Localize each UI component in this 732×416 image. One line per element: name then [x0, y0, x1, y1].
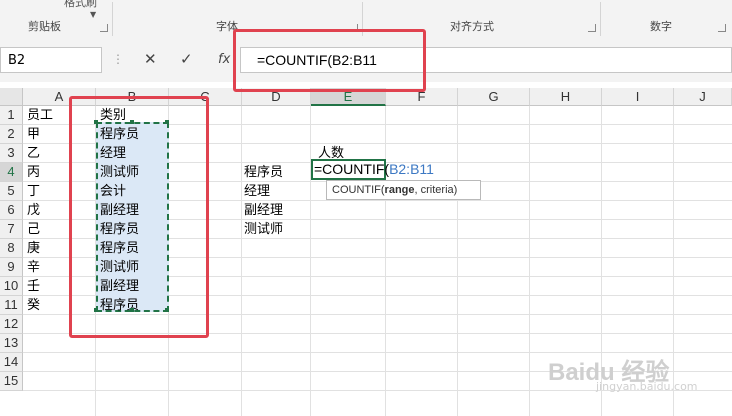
- row-header-15[interactable]: 15: [0, 372, 23, 391]
- gridline: [457, 106, 458, 416]
- cell-a11[interactable]: 癸: [27, 296, 40, 315]
- cell-a8[interactable]: 庚: [27, 239, 40, 258]
- gridline: [529, 106, 530, 416]
- watermark-sub: jingyan.baidu.com: [596, 380, 698, 393]
- format-painter-button[interactable]: 格式刷: [64, 0, 97, 10]
- cell-d4[interactable]: 程序员: [244, 163, 283, 182]
- cell-a1[interactable]: 员工: [27, 106, 53, 125]
- alignment-group-label: 对齐方式: [450, 20, 494, 33]
- range-resize-handle[interactable]: [94, 120, 98, 124]
- clipboard-launcher-icon[interactable]: [100, 24, 108, 32]
- cell-edit-text[interactable]: =COUNTIF(B2:B11: [314, 161, 434, 178]
- row-header-12[interactable]: 12: [0, 315, 23, 334]
- cell-a6[interactable]: 戊: [27, 201, 40, 220]
- range-resize-handle[interactable]: [165, 308, 169, 312]
- row-header-5[interactable]: 5: [0, 182, 23, 201]
- formula-highlight-box: [233, 29, 426, 92]
- cell-d5[interactable]: 经理: [244, 182, 270, 201]
- range-resize-handle[interactable]: [165, 120, 169, 124]
- gridline: [241, 106, 242, 416]
- edit-prefix: =COUNTIF(: [314, 161, 390, 177]
- column-header-g[interactable]: G: [458, 88, 530, 106]
- range-resize-handle[interactable]: [130, 120, 134, 124]
- cell-d6[interactable]: 副经理: [244, 201, 283, 220]
- drag-handle-icon[interactable]: ⋮: [112, 52, 124, 66]
- row-header-10[interactable]: 10: [0, 277, 23, 296]
- range-resize-handle[interactable]: [130, 308, 134, 312]
- cell-a2[interactable]: 甲: [27, 125, 40, 144]
- tooltip-func: COUNTIF(: [332, 184, 385, 196]
- row-header-14[interactable]: 14: [0, 353, 23, 372]
- column-header-h[interactable]: H: [530, 88, 602, 106]
- name-box-value: B2: [8, 53, 26, 68]
- column-header-j[interactable]: J: [674, 88, 732, 106]
- row-header-1[interactable]: 1: [0, 106, 23, 125]
- row-header-4[interactable]: 4: [0, 163, 23, 182]
- gridline: [385, 106, 386, 416]
- row-header-2[interactable]: 2: [0, 125, 23, 144]
- row-header-9[interactable]: 9: [0, 258, 23, 277]
- function-tooltip: COUNTIF(range, criteria): [326, 180, 481, 200]
- name-box[interactable]: B2: [0, 47, 102, 73]
- row-header-7[interactable]: 7: [0, 220, 23, 239]
- clipboard-group-label: 剪贴板: [28, 20, 61, 33]
- cell-a3[interactable]: 乙: [27, 144, 40, 163]
- edit-range-ref: B2:B11: [389, 161, 434, 177]
- row-header-11[interactable]: 11: [0, 296, 23, 315]
- select-all-corner[interactable]: [0, 88, 23, 106]
- ribbon-separator: [600, 2, 601, 36]
- tooltip-rest: , criteria): [414, 184, 458, 196]
- row-header-3[interactable]: 3: [0, 144, 23, 163]
- alignment-launcher-icon[interactable]: [588, 24, 596, 32]
- tooltip-arg-range[interactable]: range: [385, 184, 415, 196]
- cell-a9[interactable]: 辛: [27, 258, 40, 277]
- chevron-down-icon[interactable]: ▼: [90, 10, 96, 19]
- insert-function-button[interactable]: fx: [218, 52, 230, 67]
- column-header-i[interactable]: I: [602, 88, 674, 106]
- gridline: [673, 106, 674, 416]
- close-icon[interactable]: ✕: [144, 50, 157, 68]
- row-header-6[interactable]: 6: [0, 201, 23, 220]
- cell-a4[interactable]: 丙: [27, 163, 40, 182]
- row-header-13[interactable]: 13: [0, 334, 23, 353]
- cell-d7[interactable]: 测试师: [244, 220, 283, 239]
- cell-a10[interactable]: 壬: [27, 277, 40, 296]
- gridline: [310, 106, 311, 416]
- range-resize-handle[interactable]: [94, 308, 98, 312]
- number-launcher-icon[interactable]: [718, 24, 726, 32]
- check-icon[interactable]: ✓: [180, 50, 193, 68]
- row-header-8[interactable]: 8: [0, 239, 23, 258]
- cell-a5[interactable]: 丁: [27, 182, 40, 201]
- ribbon-separator: [112, 2, 113, 36]
- range-highlight-box: [69, 96, 209, 338]
- number-group-label: 数字: [650, 20, 672, 33]
- cell-a7[interactable]: 己: [27, 220, 40, 239]
